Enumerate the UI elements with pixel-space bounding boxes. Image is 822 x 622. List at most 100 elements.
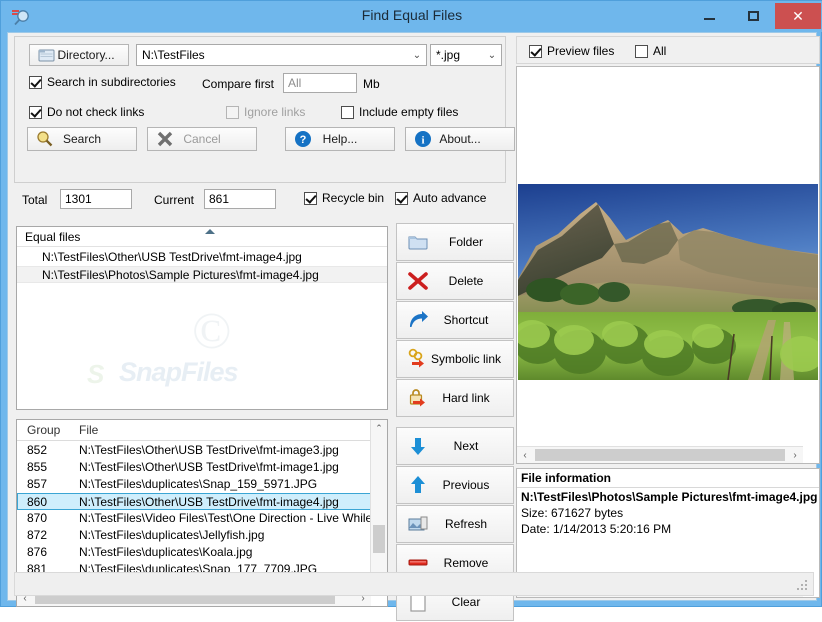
- scroll-up-icon[interactable]: ⌃: [371, 420, 387, 436]
- equal-file-path: N:\TestFiles\Photos\Sample Pictures\fmt-…: [42, 268, 319, 282]
- preview-horizontal-scrollbar[interactable]: ‹ ›: [517, 446, 803, 463]
- svg-text:?: ?: [300, 134, 307, 146]
- watermark-logo-letter: S: [87, 359, 105, 389]
- chevron-down-icon[interactable]: ⌄: [408, 50, 426, 61]
- previous-button[interactable]: Previous: [396, 466, 514, 504]
- cancel-button: Cancel: [147, 127, 257, 151]
- previous-button-label: Previous: [442, 478, 490, 492]
- folder-button[interactable]: Folder: [396, 223, 514, 261]
- cell-file: N:\TestFiles\Other\USB TestDrive\fmt-ima…: [79, 460, 339, 474]
- scroll-left-icon[interactable]: ‹: [517, 447, 533, 463]
- cell-group: 857: [27, 477, 48, 491]
- next-button[interactable]: Next: [396, 427, 514, 465]
- equal-files-header[interactable]: Equal files: [17, 227, 387, 247]
- shortcut-button-label: Shortcut: [443, 313, 489, 327]
- refresh-button[interactable]: Refresh: [396, 505, 514, 543]
- current-value: 861: [209, 192, 230, 206]
- checkbox-box[interactable]: [395, 191, 408, 205]
- maximize-icon: [747, 11, 759, 21]
- title-bar: Find Equal Files ✕: [1, 1, 822, 32]
- preview-image: [518, 184, 818, 380]
- include-empty-files-checkbox[interactable]: Include empty files: [341, 105, 458, 119]
- search-subdirs-checkbox[interactable]: Search in subdirectories: [29, 75, 176, 89]
- minimize-icon: [703, 17, 715, 20]
- checkbox-box[interactable]: [635, 44, 648, 58]
- ascending-sort-icon: [205, 229, 215, 234]
- shortcut-button[interactable]: Shortcut: [396, 301, 514, 339]
- checkbox-box[interactable]: [29, 75, 42, 89]
- shortcut-arrow-icon: [407, 309, 429, 331]
- cell-group: 872: [27, 528, 48, 542]
- hard-link-button[interactable]: Hard link: [396, 379, 514, 417]
- total-value: 1301: [65, 192, 92, 206]
- cell-group: 852: [27, 443, 48, 457]
- about-button[interactable]: i About...: [405, 127, 515, 151]
- table-vertical-scrollbar[interactable]: ⌃ ⌄: [370, 420, 387, 590]
- column-header-group[interactable]: Group: [27, 423, 60, 437]
- counters-panel: Total 1301 Current 861 Recycle bin Auto …: [14, 187, 506, 215]
- watermark-text: SnapFiles: [119, 357, 239, 387]
- compare-first-unit: Mb: [363, 77, 380, 91]
- chevron-down-icon[interactable]: ⌄: [483, 50, 501, 61]
- vertical-scroll-thumb[interactable]: [373, 525, 385, 553]
- search-button[interactable]: Search: [27, 127, 137, 151]
- checkbox-box[interactable]: [341, 105, 354, 119]
- compare-first-input[interactable]: All: [283, 73, 357, 93]
- table-row[interactable]: 860 N:\TestFiles\Other\USB TestDrive\fmt…: [17, 493, 372, 510]
- maximize-button[interactable]: [731, 3, 775, 29]
- table-row[interactable]: 876 N:\TestFiles\duplicates\Koala.jpg: [17, 544, 372, 561]
- snapfiles-watermark: © S SnapFiles: [87, 302, 357, 402]
- compare-first-label: Compare first: [202, 77, 275, 91]
- folder-button-label: Folder: [448, 235, 483, 249]
- filter-combo[interactable]: *.jpg ⌄: [430, 44, 502, 66]
- equal-files-panel[interactable]: Equal files N:\TestFiles\Other\USB TestD…: [16, 226, 388, 410]
- column-header-file[interactable]: File: [79, 423, 98, 437]
- auto-advance-checkbox[interactable]: Auto advance: [395, 191, 486, 205]
- equal-files-header-label: Equal files: [25, 230, 81, 244]
- table-row[interactable]: 852 N:\TestFiles\Other\USB TestDrive\fmt…: [17, 442, 372, 459]
- resize-grip-icon[interactable]: [797, 580, 809, 592]
- table-row[interactable]: 857 N:\TestFiles\duplicates\Snap_159_597…: [17, 476, 372, 493]
- help-button[interactable]: ? Help...: [285, 127, 395, 151]
- table-row[interactable]: 872 N:\TestFiles\duplicates\Jellyfish.jp…: [17, 527, 372, 544]
- checkbox-box[interactable]: [529, 44, 542, 58]
- current-label: Current: [154, 193, 195, 207]
- table-row[interactable]: 870 N:\TestFiles\Video Files\Test\One Di…: [17, 510, 372, 527]
- x-mark-icon: [156, 130, 174, 148]
- cell-group: 855: [27, 460, 48, 474]
- do-not-check-links-label: Do not check links: [47, 105, 145, 119]
- delete-button-label: Delete: [448, 274, 484, 288]
- cell-file: N:\TestFiles\duplicates\Koala.jpg: [79, 545, 253, 559]
- close-button[interactable]: ✕: [775, 3, 821, 29]
- checkbox-box[interactable]: [304, 191, 317, 205]
- all-checkbox[interactable]: All: [635, 44, 666, 58]
- arrow-down-icon: [407, 435, 429, 457]
- horizontal-scroll-thumb[interactable]: [535, 449, 785, 461]
- scroll-right-icon[interactable]: ›: [787, 447, 803, 463]
- preview-files-checkbox[interactable]: Preview files: [529, 44, 614, 58]
- next-button-label: Next: [453, 439, 479, 453]
- do-not-check-links-checkbox[interactable]: Do not check links: [29, 105, 144, 119]
- current-input[interactable]: 861: [204, 189, 276, 209]
- info-circle-icon: i: [414, 130, 432, 148]
- path-value: N:\TestFiles: [142, 48, 205, 62]
- list-item[interactable]: N:\TestFiles\Other\USB TestDrive\fmt-ima…: [17, 249, 387, 266]
- list-item[interactable]: N:\TestFiles\Photos\Sample Pictures\fmt-…: [17, 266, 387, 283]
- file-information-title: File information: [521, 471, 611, 485]
- path-combo[interactable]: N:\TestFiles ⌄: [136, 44, 427, 66]
- refresh-button-label: Refresh: [444, 517, 488, 531]
- right-column: Preview files All ‹ › File information N…: [516, 36, 820, 598]
- minimize-button[interactable]: [687, 3, 731, 29]
- table-row[interactable]: 855 N:\TestFiles\Other\USB TestDrive\fmt…: [17, 459, 372, 476]
- symbolic-link-button[interactable]: Symbolic link: [396, 340, 514, 378]
- cell-file: N:\TestFiles\duplicates\Snap_159_5971.JP…: [79, 477, 318, 491]
- checkbox-box[interactable]: [29, 105, 42, 119]
- recycle-bin-checkbox[interactable]: Recycle bin: [304, 191, 384, 205]
- directory-button[interactable]: Directory...: [29, 44, 129, 66]
- preview-panel[interactable]: ‹ ›: [516, 66, 820, 464]
- delete-button[interactable]: Delete: [396, 262, 514, 300]
- include-empty-files-label: Include empty files: [359, 105, 459, 119]
- total-input[interactable]: 1301: [60, 189, 132, 209]
- cell-file: N:\TestFiles\Other\USB TestDrive\fmt-ima…: [79, 443, 339, 457]
- refresh-image-icon: [407, 513, 429, 535]
